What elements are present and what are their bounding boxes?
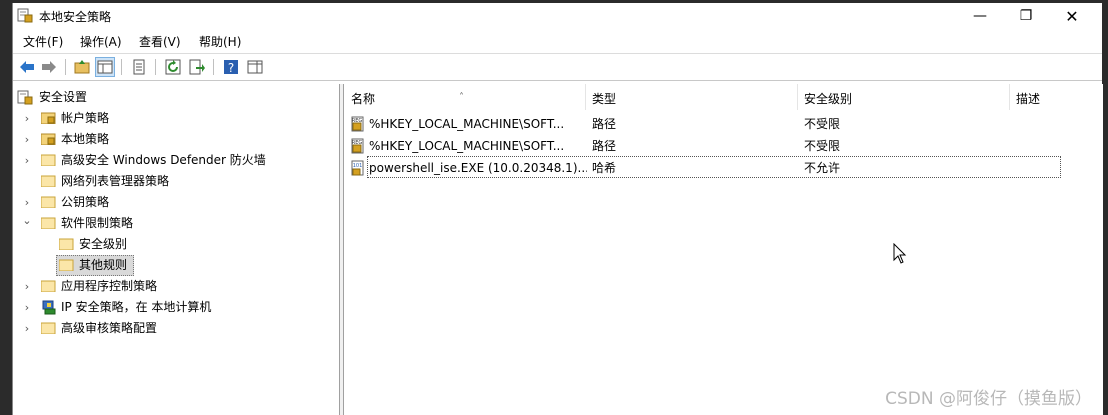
help-icon[interactable]: ? bbox=[222, 58, 240, 76]
column-header-name-label: 名称 bbox=[351, 92, 376, 106]
properties-icon[interactable] bbox=[130, 58, 148, 76]
svg-text:REG: REG bbox=[352, 140, 363, 146]
folder-icon bbox=[59, 259, 74, 271]
sort-ascending-icon: ˄ bbox=[459, 92, 464, 103]
tree-item-label: 应用程序控制策略 bbox=[61, 279, 158, 293]
folder-icon bbox=[59, 238, 74, 250]
rule-type: 路径 bbox=[592, 139, 617, 153]
security-policy-app-icon bbox=[17, 8, 33, 23]
expand-chevron-icon[interactable]: › bbox=[21, 108, 33, 129]
menu-file[interactable]: 文件(F) bbox=[23, 33, 63, 50]
export-list-icon[interactable] bbox=[188, 58, 206, 76]
expand-chevron-icon bbox=[41, 255, 53, 276]
toolbar: ? bbox=[13, 53, 1102, 81]
policy-folder-icon bbox=[41, 112, 56, 124]
column-header-name[interactable]: 名称 ˄ bbox=[345, 84, 586, 110]
maximize-button[interactable]: ❐ bbox=[1003, 3, 1049, 30]
navigation-tree: 安全设置 › 帐户策略 › 本地策略 › 高级安全 Windows Defend… bbox=[13, 84, 340, 415]
title-bar[interactable]: 本地安全策略 — ❐ ✕ bbox=[13, 3, 1102, 30]
expand-chevron-icon[interactable]: › bbox=[21, 129, 33, 150]
pane-splitter[interactable] bbox=[340, 84, 344, 415]
collapse-chevron-icon[interactable]: ⌄ bbox=[21, 210, 33, 231]
show-hide-action-pane-icon[interactable] bbox=[246, 58, 264, 76]
registry-path-rule-icon: REG bbox=[351, 116, 364, 132]
tree-item-label: 其他规则 bbox=[79, 258, 128, 272]
close-button[interactable]: ✕ bbox=[1049, 3, 1095, 30]
ip-security-icon bbox=[42, 300, 56, 315]
folder-icon bbox=[41, 322, 56, 334]
folder-icon bbox=[41, 280, 56, 292]
tree-item-label: 高级安全 Windows Defender 防火墙 bbox=[61, 153, 266, 167]
menu-action[interactable]: 操作(A) bbox=[80, 33, 122, 50]
folder-icon bbox=[41, 196, 56, 208]
watermark: CSDN @阿俊仔（摸鱼版） bbox=[885, 389, 1092, 409]
toolbar-separator bbox=[155, 59, 156, 75]
expand-chevron-icon[interactable]: › bbox=[21, 318, 33, 339]
list-item[interactable]: REG %HKEY_LOCAL_MACHINE\SOFT... 路径 不受限 bbox=[345, 113, 1085, 135]
tree-item-label: IP 安全策略，在 本地计算机 bbox=[61, 300, 212, 314]
tree-item-label: 安全级别 bbox=[79, 237, 128, 251]
show-tree-icon[interactable] bbox=[95, 57, 115, 77]
forward-arrow-icon[interactable] bbox=[40, 58, 58, 76]
refresh-icon[interactable] bbox=[164, 58, 182, 76]
rule-security-level: 不受限 bbox=[804, 139, 841, 153]
svg-text:?: ? bbox=[228, 61, 234, 75]
focused-row-outline bbox=[367, 156, 1061, 178]
window-title: 本地安全策略 bbox=[39, 10, 112, 24]
tree-root-label: 安全设置 bbox=[39, 90, 88, 104]
policy-folder-icon bbox=[41, 133, 56, 145]
rule-security-level: 不受限 bbox=[804, 117, 841, 131]
tree-item-label: 软件限制策略 bbox=[61, 216, 134, 230]
menu-view[interactable]: 查看(V) bbox=[139, 33, 181, 50]
rule-name: %HKEY_LOCAL_MACHINE\SOFT... bbox=[369, 139, 565, 153]
column-header-type[interactable]: 类型 bbox=[586, 84, 798, 110]
tree-item-label: 网络列表管理器策略 bbox=[61, 174, 170, 188]
back-arrow-icon[interactable] bbox=[18, 58, 36, 76]
column-header-description[interactable]: 描述 bbox=[1010, 84, 1103, 110]
tree-item-label: 高级审核策略配置 bbox=[61, 321, 158, 335]
toolbar-separator bbox=[65, 59, 66, 75]
expand-chevron-icon[interactable]: › bbox=[21, 150, 33, 171]
expand-chevron-icon[interactable]: › bbox=[21, 276, 33, 297]
mouse-cursor-icon bbox=[893, 243, 907, 264]
svg-text:101: 101 bbox=[353, 163, 363, 169]
menu-help[interactable]: 帮助(H) bbox=[199, 33, 241, 50]
expand-chevron-icon[interactable]: › bbox=[21, 297, 33, 318]
svg-text:REG: REG bbox=[352, 118, 363, 124]
hash-rule-icon: 101 bbox=[351, 160, 364, 176]
expand-chevron-icon bbox=[41, 234, 53, 255]
column-header-security-level[interactable]: 安全级别 bbox=[798, 84, 1010, 110]
expand-chevron-icon bbox=[21, 171, 33, 192]
minimize-button[interactable]: — bbox=[957, 3, 1003, 30]
tree-item-label: 本地策略 bbox=[61, 132, 110, 146]
tree-item-label: 公钥策略 bbox=[61, 195, 110, 209]
tree-item-label: 帐户策略 bbox=[61, 111, 110, 125]
registry-path-rule-icon: REG bbox=[351, 138, 364, 154]
security-settings-icon bbox=[17, 90, 33, 105]
rules-list: 名称 ˄ 类型 安全级别 描述 REG %HKEY_LOCAL_MACHINE\… bbox=[345, 84, 1103, 415]
menu-bar: 文件(F) 操作(A) 查看(V) 帮助(H) bbox=[13, 30, 1102, 52]
folder-icon bbox=[41, 175, 56, 187]
folder-icon bbox=[41, 154, 56, 166]
list-item[interactable]: REG %HKEY_LOCAL_MACHINE\SOFT... 路径 不受限 bbox=[345, 135, 1085, 157]
up-folder-icon[interactable] bbox=[73, 58, 91, 76]
toolbar-separator bbox=[213, 59, 214, 75]
local-security-policy-window: 本地安全策略 — ❐ ✕ 文件(F) 操作(A) 查看(V) 帮助(H) ? 安… bbox=[12, 3, 1103, 415]
rule-name: %HKEY_LOCAL_MACHINE\SOFT... bbox=[369, 117, 565, 131]
toolbar-separator bbox=[121, 59, 122, 75]
rule-type: 路径 bbox=[592, 117, 617, 131]
folder-icon bbox=[41, 217, 56, 229]
